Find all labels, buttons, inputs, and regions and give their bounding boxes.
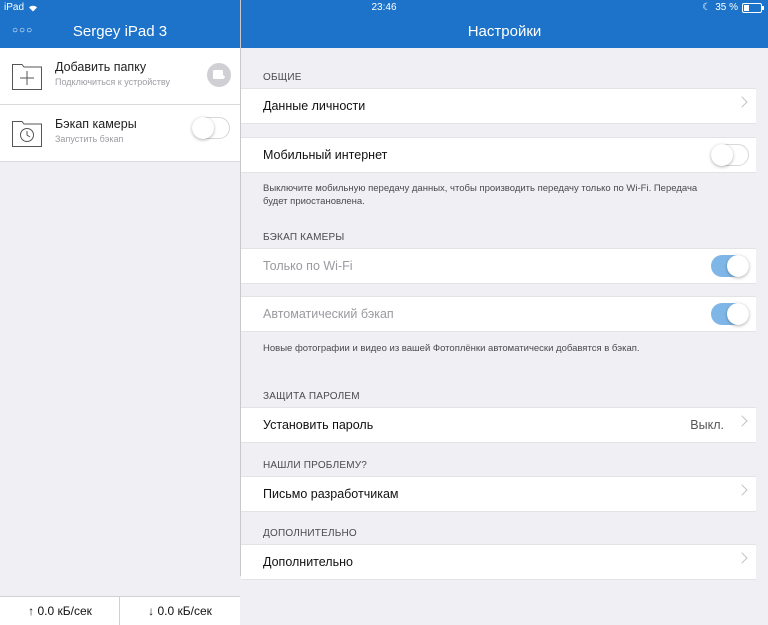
set-password-label: Установить пароль: [263, 418, 374, 432]
camera-backup-toggle[interactable]: [192, 116, 230, 139]
moon-icon: ☾: [702, 2, 712, 13]
transfer-stats: ↑ 0.0 кБ/сек ↓ 0.0 кБ/сек: [0, 596, 240, 625]
auto-backup-label: Автоматический бэкап: [263, 307, 394, 321]
add-folder-sub: Подключиться к устройству: [55, 77, 170, 87]
settings-pane: ОБЩИЕ Данные личности Мобильный интернет…: [241, 48, 768, 580]
extra-row[interactable]: Дополнительно: [241, 544, 756, 580]
toggle-knob: [727, 255, 749, 277]
extra-label: Дополнительно: [263, 555, 353, 569]
download-speed-value: 0.0 кБ/сек: [157, 604, 212, 618]
right-nav: Настройки: [241, 16, 768, 48]
chevron-right-icon: [736, 552, 748, 564]
toggle-knob: [711, 143, 733, 166]
wifi-only-toggle[interactable]: [711, 255, 749, 277]
section-header-camera: БЭКАП КАМЕРЫ: [263, 232, 345, 243]
wifi-only-label: Только по Wi-Fi: [263, 259, 353, 273]
status-time: 23:46: [371, 2, 397, 13]
mobile-data-toggle[interactable]: [711, 143, 749, 166]
camera-backup-sub: Запустить бэкап: [55, 134, 124, 144]
mail-developers-label: Письмо разработчикам: [263, 487, 399, 501]
upload-speed: ↑ 0.0 кБ/сек: [28, 604, 92, 618]
section-header-extra: ДОПОЛНИТЕЛЬНО: [263, 528, 357, 539]
status-right: ☾ 35 %: [702, 2, 764, 13]
status-bar: iPad 23:46 ☾ 35 %: [0, 0, 768, 16]
chevron-right-icon: [736, 415, 748, 427]
add-folder-label: Добавить папку: [55, 60, 147, 74]
auto-backup-toggle[interactable]: [711, 303, 749, 325]
wifi-only-row: Только по Wi-Fi: [241, 248, 756, 284]
camera-backup-label: Бэкап камеры: [55, 117, 137, 131]
add-folder-icon: [12, 64, 42, 90]
identity-row[interactable]: Данные личности: [241, 88, 756, 124]
toggle-knob: [727, 303, 749, 325]
battery-percent: 35 %: [715, 2, 738, 13]
toggle-knob: [192, 116, 214, 139]
set-password-row[interactable]: Установить пароль Выкл.: [241, 407, 756, 443]
section-header-password: ЗАЩИТА ПАРОЛЕМ: [263, 391, 360, 402]
section-header-general: ОБЩИЕ: [263, 72, 302, 83]
mail-developers-row[interactable]: Письмо разработчикам: [241, 476, 756, 512]
device-title: Sergey iPad 3: [72, 23, 168, 40]
camera-backup-row[interactable]: Бэкап камеры Запустить бэкап: [0, 105, 240, 162]
mobile-data-row: Мобильный интернет: [241, 137, 756, 173]
camera-note: Новые фотографии и видео из вашей Фотопл…: [263, 343, 640, 354]
mobile-data-note: Выключите мобильную передачу данных, что…: [263, 183, 698, 207]
chevron-right-icon: [736, 484, 748, 496]
upload-speed-value: 0.0 кБ/сек: [37, 604, 92, 618]
password-status: Выкл.: [690, 418, 724, 432]
battery-icon: [742, 2, 764, 13]
add-folder-row[interactable]: Добавить папку Подключиться к устройству: [0, 48, 240, 105]
download-speed: ↓ 0.0 кБ/сек: [148, 604, 212, 618]
identity-label: Данные личности: [263, 99, 366, 113]
auto-backup-row: Автоматический бэкап: [241, 296, 756, 332]
chevron-right-icon: [736, 96, 748, 108]
mobile-data-label: Мобильный интернет: [263, 148, 388, 162]
left-nav: ○○○ Sergey iPad 3: [0, 16, 240, 48]
camera-backup-icon: [12, 121, 42, 147]
left-pane: Добавить папку Подключиться к устройству…: [0, 48, 240, 625]
top-bar: iPad 23:46 ☾ 35 % ○○○ Sergey iPad 3 Наст…: [0, 0, 768, 48]
settings-title: Настройки: [467, 23, 542, 40]
section-header-problem: НАШЛИ ПРОБЛЕМУ?: [263, 460, 368, 471]
connect-device-icon[interactable]: [207, 63, 231, 87]
